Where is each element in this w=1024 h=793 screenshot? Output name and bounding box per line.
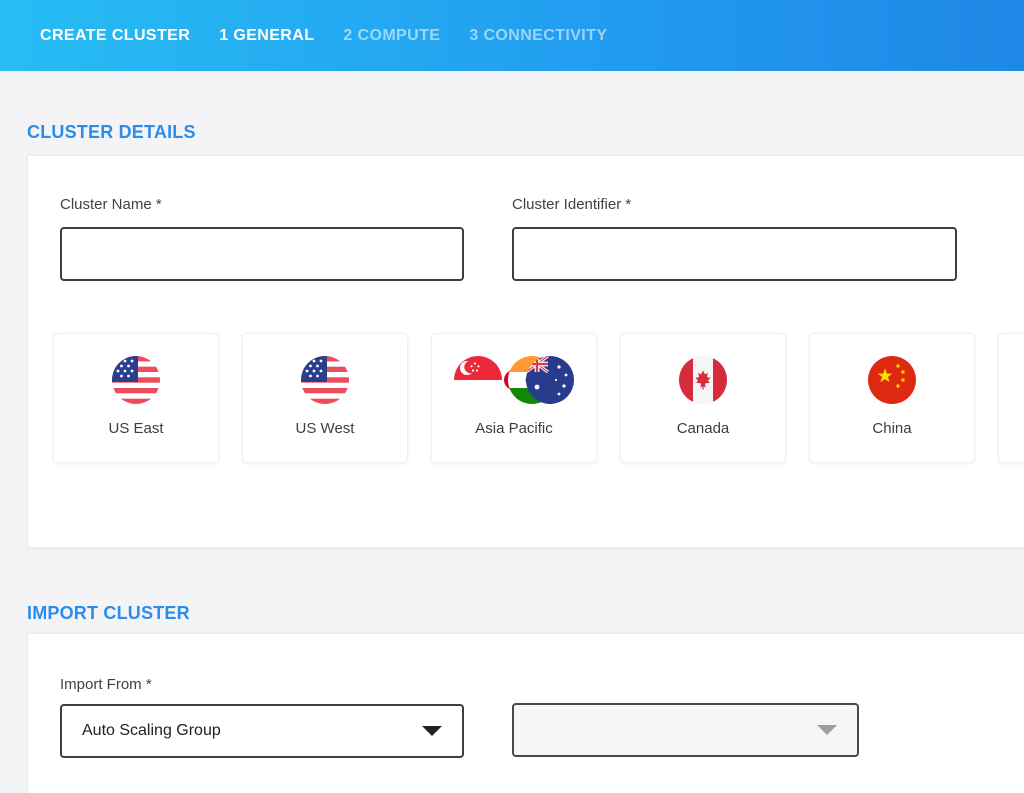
australia-flag-icon bbox=[526, 356, 574, 404]
singapore-flag-icon bbox=[454, 356, 502, 404]
cluster-name-label: Cluster Name * bbox=[60, 196, 162, 213]
us-flag-icon bbox=[112, 356, 160, 404]
tab-compute[interactable]: 2 COMPUTE bbox=[343, 27, 440, 45]
region-label: US West bbox=[296, 420, 355, 437]
region-card-asia-pacific[interactable]: Asia Pacific bbox=[431, 333, 597, 463]
cluster-identifier-label: Cluster Identifier * bbox=[512, 196, 631, 213]
region-label: Asia Pacific bbox=[475, 420, 553, 437]
header-bar: CREATE CLUSTER 1 GENERAL 2 COMPUTE 3 CON… bbox=[0, 0, 1024, 71]
cluster-details-card: Cluster Name * Cluster Identifier * bbox=[27, 155, 1024, 548]
canada-flag-icon bbox=[679, 356, 727, 404]
region-card-china[interactable]: China bbox=[809, 333, 975, 463]
asia-pacific-flags-icon bbox=[454, 356, 574, 404]
page-title: CREATE CLUSTER bbox=[40, 27, 190, 45]
region-card-canada[interactable]: Canada bbox=[620, 333, 786, 463]
china-flag-icon bbox=[868, 356, 916, 404]
us-flag-icon bbox=[301, 356, 349, 404]
tab-connectivity[interactable]: 3 CONNECTIVITY bbox=[469, 27, 607, 45]
region-label: US East bbox=[108, 420, 163, 437]
import-from-label: Import From * bbox=[60, 676, 152, 693]
import-from-selected-value: Auto Scaling Group bbox=[82, 722, 221, 740]
region-card-partial[interactable] bbox=[998, 333, 1024, 463]
cluster-identifier-input[interactable] bbox=[512, 227, 957, 281]
import-cluster-card: Import From * Auto Scaling Group bbox=[27, 633, 1024, 793]
cluster-name-input[interactable] bbox=[60, 227, 464, 281]
region-list: US East bbox=[53, 333, 1024, 463]
import-cluster-heading: IMPORT CLUSTER bbox=[27, 603, 190, 624]
create-cluster-page: CREATE CLUSTER 1 GENERAL 2 COMPUTE 3 CON… bbox=[0, 0, 1024, 793]
import-from-select[interactable]: Auto Scaling Group bbox=[60, 704, 464, 758]
region-label: China bbox=[872, 420, 911, 437]
region-card-us-east[interactable]: US East bbox=[53, 333, 219, 463]
cluster-details-heading: CLUSTER DETAILS bbox=[27, 122, 196, 143]
tab-general[interactable]: 1 GENERAL bbox=[219, 27, 314, 45]
chevron-down-icon bbox=[817, 725, 837, 735]
import-source-select[interactable] bbox=[512, 703, 859, 757]
region-label: Canada bbox=[677, 420, 730, 437]
chevron-down-icon bbox=[422, 726, 442, 736]
region-card-us-west[interactable]: US West bbox=[242, 333, 408, 463]
